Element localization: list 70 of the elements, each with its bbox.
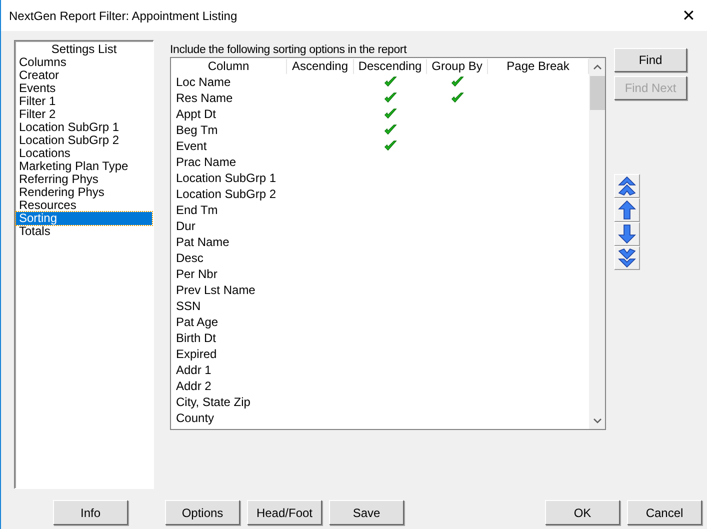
list-item[interactable]: Location SubGrp 1 bbox=[16, 121, 152, 134]
dialog-button[interactable]: Save bbox=[329, 500, 404, 525]
list-item[interactable]: Locations bbox=[16, 147, 152, 160]
list-item[interactable]: Location SubGrp 2 bbox=[16, 134, 152, 147]
dialog-button[interactable]: Head/Foot bbox=[247, 500, 322, 525]
table-cell-text: Desc bbox=[175, 250, 204, 266]
close-button[interactable]: ✕ bbox=[678, 6, 699, 26]
table-cell-text: Pat Age bbox=[175, 314, 220, 330]
table-cell-text: Prev Lst Name bbox=[175, 282, 256, 298]
list-title: Settings List bbox=[50, 43, 118, 56]
scrollbar-thumb[interactable] bbox=[590, 76, 604, 110]
table-cell-text: SSN bbox=[175, 298, 202, 314]
column-header: Descending bbox=[354, 58, 427, 74]
side-button[interactable]: Find bbox=[614, 48, 687, 72]
move-button[interactable] bbox=[614, 198, 640, 222]
list-item[interactable]: Events bbox=[16, 82, 152, 95]
table-cell-text: Dur bbox=[175, 218, 196, 234]
table-cell-text: Event bbox=[175, 138, 208, 154]
move-button[interactable] bbox=[614, 222, 640, 246]
double-down-arrow-icon bbox=[618, 248, 636, 268]
move-button[interactable] bbox=[614, 174, 640, 198]
list-item[interactable]: Rendering Phys bbox=[16, 186, 152, 199]
check-icon bbox=[451, 92, 464, 104]
check-icon bbox=[451, 76, 464, 88]
list-item[interactable]: Creator bbox=[16, 69, 152, 82]
list-item[interactable]: Resources bbox=[16, 199, 152, 212]
list-item[interactable]: Filter 2 bbox=[16, 108, 152, 121]
scroll-down-icon[interactable] bbox=[592, 418, 602, 424]
check-icon bbox=[384, 124, 397, 136]
check-icon bbox=[384, 140, 397, 152]
table-cell-text: Per Nbr bbox=[175, 266, 218, 282]
column-header: Column bbox=[171, 58, 287, 74]
window-title: NextGen Report Filter: Appointment Listing bbox=[9, 8, 238, 22]
dialog-button[interactable]: Info bbox=[53, 500, 128, 525]
list-item[interactable]: Marketing Plan Type bbox=[16, 160, 152, 173]
table-cell-text: Loc Name bbox=[175, 74, 232, 90]
dialog-button[interactable]: Cancel bbox=[627, 500, 702, 525]
table-cell-text: Location SubGrp 1 bbox=[175, 170, 278, 186]
table-cell-text: Beg Tm bbox=[175, 122, 219, 138]
dialog-button[interactable]: OK bbox=[545, 500, 620, 525]
sorting-caption: Include the following sorting options in the report bbox=[170, 44, 408, 57]
list-item[interactable]: Totals bbox=[16, 225, 152, 238]
scrollbar[interactable] bbox=[589, 58, 605, 429]
table-cell-text: Appt Dt bbox=[175, 106, 218, 122]
dialog-button[interactable]: Options bbox=[165, 500, 240, 525]
list-item[interactable]: Columns bbox=[16, 56, 152, 69]
table-cell-text: Pat Name bbox=[175, 234, 230, 250]
table-cell-text: Expired bbox=[175, 346, 218, 362]
table-cell-text: Addr 1 bbox=[175, 362, 212, 378]
column-header: Ascending bbox=[287, 58, 354, 74]
down-arrow-icon bbox=[618, 224, 636, 244]
table-cell-text: City, State Zip bbox=[175, 394, 252, 410]
move-button[interactable] bbox=[614, 246, 640, 270]
check-icon bbox=[384, 92, 397, 104]
check-icon bbox=[384, 108, 397, 120]
table-cell-text: Birth Dt bbox=[175, 330, 218, 346]
table-cell-text: County bbox=[175, 410, 216, 426]
table-cell-text: Addr 2 bbox=[175, 378, 212, 394]
table-cell-text: End Tm bbox=[175, 202, 219, 218]
table-cell-text: Prac Name bbox=[175, 154, 238, 170]
table-cell-text: Res Name bbox=[175, 90, 234, 106]
list-item[interactable]: Referring Phys bbox=[16, 173, 152, 186]
up-arrow-icon bbox=[618, 200, 636, 220]
check-icon bbox=[384, 76, 397, 88]
list-item[interactable]: Sorting bbox=[16, 212, 152, 225]
table-cell-text: Location SubGrp 2 bbox=[175, 186, 278, 202]
double-up-arrow-icon bbox=[618, 176, 636, 196]
list-item[interactable]: Filter 1 bbox=[16, 95, 152, 108]
column-header: Group By bbox=[427, 58, 488, 74]
scroll-up-icon[interactable] bbox=[592, 64, 602, 70]
